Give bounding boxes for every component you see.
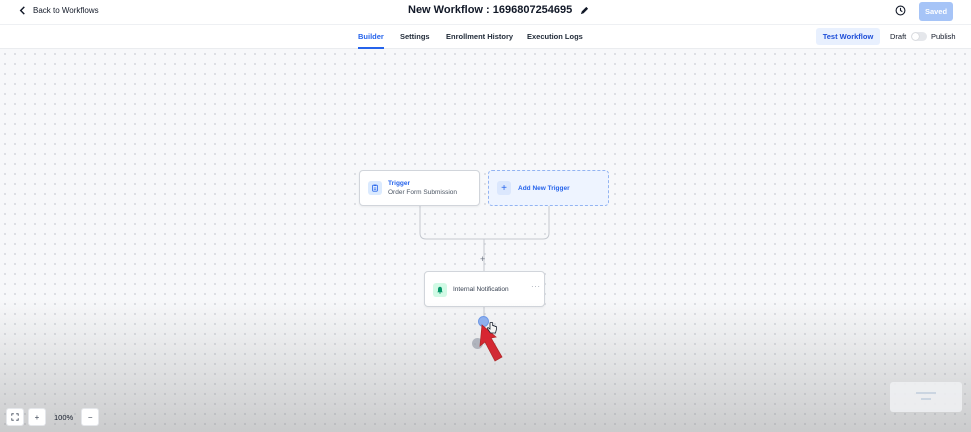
connector-lines [419,206,550,317]
tab-settings[interactable]: Settings [400,32,430,41]
more-options-icon[interactable]: ··· [531,282,541,291]
workflow-canvas[interactable]: Trigger Order Form Submission + Add New … [0,49,971,432]
toggle-knob [912,33,919,40]
chevron-left-icon [19,6,25,15]
back-to-workflows-link[interactable]: Back to Workflows [18,6,99,15]
minimap-node [916,392,936,394]
clipboard-icon [368,181,382,195]
tab-execution-logs[interactable]: Execution Logs [527,32,583,41]
add-step-plus[interactable]: + [480,254,485,264]
zoom-out-button[interactable]: − [81,408,100,426]
workflow-title-text: New Workflow : 1696807254695 [408,4,573,16]
zoom-level: 100% [54,412,74,422]
tab-enrollment-history[interactable]: Enrollment History [446,32,513,41]
test-workflow-button[interactable]: Test Workflow [816,28,880,45]
pencil-icon[interactable] [580,6,589,15]
internal-notification-node[interactable]: Internal Notification ··· [424,271,545,307]
history-icon[interactable] [895,5,906,16]
fit-view-button[interactable] [6,408,24,426]
top-bar: Back to Workflows New Workflow : 1696807… [0,0,971,25]
add-new-trigger-button[interactable]: + Add New Trigger [488,170,609,206]
zoom-in-button[interactable]: + [28,408,46,426]
back-label: Back to Workflows [33,6,99,15]
zoom-controls: + 100% − [6,408,100,426]
trigger-node[interactable]: Trigger Order Form Submission [359,170,480,206]
step-label: Internal Notification [453,286,509,293]
publish-toggle[interactable] [911,32,927,41]
tab-builder[interactable]: Builder [358,32,384,49]
hand-cursor-icon [486,322,497,334]
plus-icon: + [497,181,511,195]
minimap[interactable] [890,382,962,412]
saved-button[interactable]: Saved [919,2,953,21]
draft-label: Draft [890,32,907,41]
tab-bar: Builder Settings Enrollment History Exec… [0,25,971,49]
minimap-node [921,398,931,400]
add-trigger-label: Add New Trigger [518,185,570,192]
trigger-title: Trigger [388,180,411,187]
trigger-subtitle: Order Form Submission [388,189,457,196]
bell-icon [433,283,447,297]
workflow-title: New Workflow : 1696807254695 [408,4,589,16]
expand-icon [11,413,19,421]
publish-label: Publish [931,32,956,41]
